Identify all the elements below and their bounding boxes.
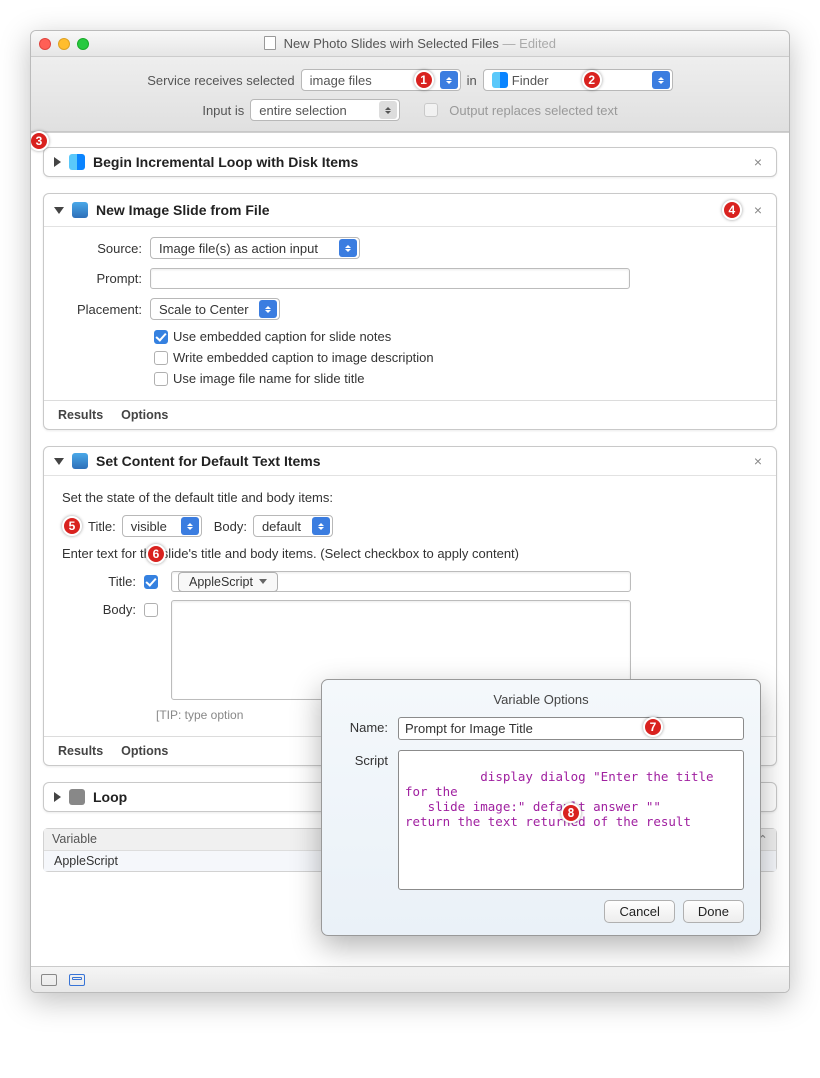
callout-5: 5	[62, 516, 82, 536]
callout-1: 1	[414, 70, 434, 90]
embedded-caption-description-checkbox[interactable]	[154, 351, 168, 365]
embedded-caption-notes-checkbox[interactable]	[154, 330, 168, 344]
chevron-updown-icon	[312, 517, 330, 535]
variable-column-header[interactable]: Variable	[52, 832, 97, 847]
callout-7: 7	[643, 717, 663, 737]
action-begin-loop[interactable]: Begin Incremental Loop with Disk Items ×	[43, 147, 777, 177]
view-variables-button[interactable]	[69, 974, 85, 986]
application-popup[interactable]: Finder 2	[483, 69, 673, 91]
script-field[interactable]: display dialog "Enter the title for the …	[398, 750, 744, 890]
finder-icon	[69, 154, 85, 170]
output-replaces-checkbox	[424, 103, 438, 117]
close-window-button[interactable]	[39, 38, 51, 50]
remove-action-button[interactable]: ×	[750, 202, 766, 218]
callout-3: 3	[30, 131, 49, 151]
popover-title: Variable Options	[338, 692, 744, 707]
checkbox-label: Use image file name for slide title	[173, 371, 364, 386]
service-toolbar: Service receives selected image files 1 …	[31, 57, 789, 132]
input-is-label: Input is	[202, 103, 244, 118]
source-label: Source:	[62, 241, 142, 256]
prompt-field[interactable]	[150, 268, 630, 289]
view-log-button[interactable]	[41, 974, 57, 986]
title-apply-checkbox[interactable]	[144, 575, 158, 589]
script-label: Script	[338, 750, 388, 890]
filename-title-checkbox[interactable]	[154, 372, 168, 386]
callout-8: 8	[561, 803, 581, 823]
finder-icon	[492, 72, 508, 88]
body-state-popup[interactable]: default	[253, 515, 333, 537]
chevron-updown-icon	[652, 71, 670, 89]
cancel-button[interactable]: Cancel	[604, 900, 674, 923]
name-label: Name:	[338, 717, 388, 740]
state-description: Set the state of the default title and b…	[62, 490, 758, 505]
workflow-area: 3 Begin Incremental Loop with Disk Items…	[31, 132, 789, 992]
chevron-updown-icon	[181, 517, 199, 535]
action-title: Begin Incremental Loop with Disk Items	[93, 154, 742, 170]
output-replaces-label: Output replaces selected text	[449, 103, 617, 118]
action-new-image-slide[interactable]: New Image Slide from File 4 × Source: Im…	[43, 193, 777, 430]
disclosure-triangle-icon[interactable]	[54, 207, 64, 214]
in-label: in	[467, 73, 477, 88]
chevron-updown-icon	[339, 239, 357, 257]
keynote-icon	[72, 453, 88, 469]
disclosure-triangle-icon[interactable]	[54, 157, 61, 167]
title-text-field[interactable]: AppleScript	[171, 571, 631, 592]
bottom-toolbar	[31, 966, 789, 992]
action-title: New Image Slide from File	[96, 202, 790, 218]
window-title: New Photo Slides wirh Selected Files — E…	[31, 36, 789, 51]
disclosure-triangle-icon[interactable]	[54, 792, 61, 802]
source-popup[interactable]: Image file(s) as action input	[150, 237, 360, 259]
action-title: Set Content for Default Text Items	[96, 453, 742, 469]
automator-icon	[69, 789, 85, 805]
remove-action-button[interactable]: ×	[750, 453, 766, 469]
title-label: Title:	[88, 519, 116, 534]
variable-name-field[interactable]: Prompt for Image Title 7	[398, 717, 744, 740]
chevron-updown-icon	[259, 300, 277, 318]
body-label: Body:	[214, 519, 247, 534]
input-is-popup[interactable]: entire selection	[250, 99, 400, 121]
remove-action-button[interactable]: ×	[750, 154, 766, 170]
document-icon	[264, 36, 276, 50]
checkbox-label: Use embedded caption for slide notes	[173, 329, 391, 344]
zoom-window-button[interactable]	[77, 38, 89, 50]
variable-token[interactable]: AppleScript	[178, 572, 278, 592]
options-button[interactable]: Options	[121, 744, 168, 758]
minimize-window-button[interactable]	[58, 38, 70, 50]
service-receives-label: Service receives selected	[147, 73, 294, 88]
callout-4: 4	[722, 200, 742, 220]
callout-6: 6	[146, 544, 166, 564]
enter-text-description: Enter text for the slide's title and bod…	[62, 546, 758, 561]
options-button[interactable]: Options	[121, 408, 168, 422]
results-button[interactable]: Results	[58, 744, 103, 758]
titlebar: New Photo Slides wirh Selected Files — E…	[31, 31, 789, 57]
done-button[interactable]: Done	[683, 900, 744, 923]
keynote-icon	[72, 202, 88, 218]
checkbox-label: Write embedded caption to image descript…	[173, 350, 434, 365]
placement-label: Placement:	[62, 302, 142, 317]
title-state-popup[interactable]: visible	[122, 515, 202, 537]
title-input-label: Title:	[88, 574, 136, 589]
body-input-label: Body:	[88, 600, 136, 617]
callout-2: 2	[582, 70, 602, 90]
chevron-updown-icon	[440, 71, 458, 89]
prompt-label: Prompt:	[62, 271, 142, 286]
body-apply-checkbox[interactable]	[144, 603, 158, 617]
results-button[interactable]: Results	[58, 408, 103, 422]
chevron-updown-icon	[379, 101, 397, 119]
placement-popup[interactable]: Scale to Center	[150, 298, 280, 320]
traffic-lights	[39, 38, 89, 50]
disclosure-triangle-icon[interactable]	[54, 458, 64, 465]
input-types-popup[interactable]: image files 1	[301, 69, 461, 91]
variable-options-popover: Variable Options Name: Prompt for Image …	[321, 679, 761, 936]
automator-window: New Photo Slides wirh Selected Files — E…	[30, 30, 790, 993]
